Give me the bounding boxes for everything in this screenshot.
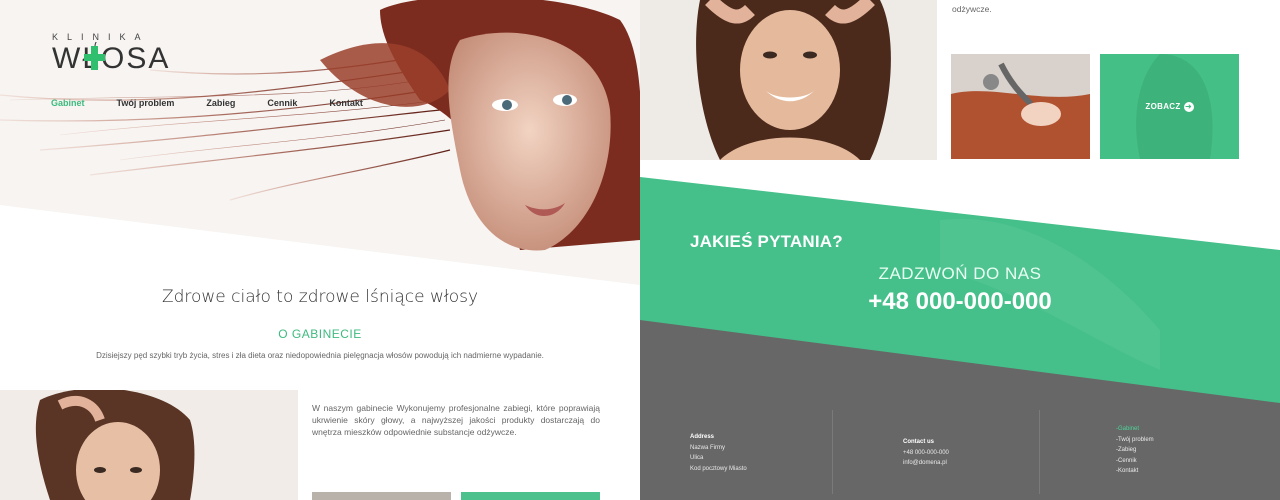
hero-section: KLINIKA WŁOSA Gabinet Twój problem Zabie… [0, 0, 640, 300]
footer-contact-heading: Contact us [903, 439, 935, 445]
smiling-woman-photo [0, 390, 298, 500]
logo-subtitle: KLINIKA [52, 32, 150, 42]
footer-divider [1039, 410, 1040, 494]
nav-item-kontakt[interactable]: Kontakt [329, 98, 363, 108]
main-nav: Gabinet Twój problem Zabieg Cennik Konta… [51, 98, 395, 108]
footer-address-heading: Address [690, 434, 715, 440]
scalp-treatment-photo[interactable] [951, 54, 1090, 159]
logo-title: WŁOSA [52, 42, 171, 75]
about-body: W naszym gabinecie Wykonujemy profesjona… [312, 403, 600, 437]
arrow-right-circle-icon: ➜ [1183, 102, 1194, 112]
about-body-tail: odżywcze. [952, 4, 992, 14]
nav-item-gabinet[interactable]: Gabinet [51, 98, 85, 108]
about-title: O GABINECIE [278, 327, 362, 341]
footer-link-twoj-problem[interactable]: -Twój problem [1116, 435, 1154, 446]
footer-address-line: Kod pocztowy Miasto [690, 465, 747, 472]
footer-link-cennik[interactable]: -Cennik [1116, 456, 1154, 467]
contact-phone-number[interactable]: +48 000-000-000 [640, 288, 1280, 316]
questions-heading: JAKIEŚ PYTANIA? [690, 232, 843, 251]
footer-address-line: Nazwa Firmy [690, 444, 726, 451]
nav-item-cennik[interactable]: Cennik [267, 98, 297, 108]
nav-item-twoj-problem[interactable]: Twój problem [117, 98, 175, 108]
footer-links: -Gabinet -Twój problem -Zabieg -Cennik -… [1116, 424, 1154, 477]
desktop-page-preview-scrolled: odżywcze. ZOBACZ ➜ JAKIEŚ PYTANIA? ZADZWO… [640, 0, 1280, 500]
footer-address: Address Nazwa Firmy Ulica Kod pocztowy M… [690, 432, 747, 474]
desktop-page-preview: KLINIKA WŁOSA Gabinet Twój problem Zabie… [0, 0, 640, 500]
footer-divider [832, 410, 833, 494]
gallery-thumb-2-partial [461, 492, 600, 500]
smiling-woman-photo-large [640, 0, 937, 160]
nav-item-zabieg[interactable]: Zabieg [206, 98, 235, 108]
hero-tagline: Zdrowe ciało to zdrowe lśniące włosy [161, 287, 479, 307]
footer-email[interactable]: info@domena.pl [903, 458, 949, 469]
gallery-thumb-1-partial [312, 492, 451, 500]
logo[interactable]: KLINIKA WŁOSA [50, 20, 170, 80]
footer-address-line: Ulica [690, 455, 704, 461]
medical-cross-icon [84, 42, 105, 70]
see-more-label: ZOBACZ [1145, 102, 1181, 112]
see-more-link[interactable]: ZOBACZ ➜ [1100, 102, 1239, 112]
footer-phone[interactable]: +48 000-000-000 [903, 448, 949, 459]
call-us-label: ZADZWOŃ DO NAS [878, 264, 1042, 283]
about-intro: Dzisiejszy pęd szybki tryb życia, stres … [96, 351, 544, 360]
footer-contact: Contact us +48 000-000-000 info@domena.p… [903, 437, 949, 469]
gallery-see-more-tile[interactable]: ZOBACZ ➜ [1100, 54, 1239, 159]
footer-link-kontakt[interactable]: -Kontakt [1116, 466, 1154, 477]
footer-link-gabinet[interactable]: -Gabinet [1116, 424, 1154, 435]
footer-link-zabieg[interactable]: -Zabieg [1116, 445, 1154, 456]
